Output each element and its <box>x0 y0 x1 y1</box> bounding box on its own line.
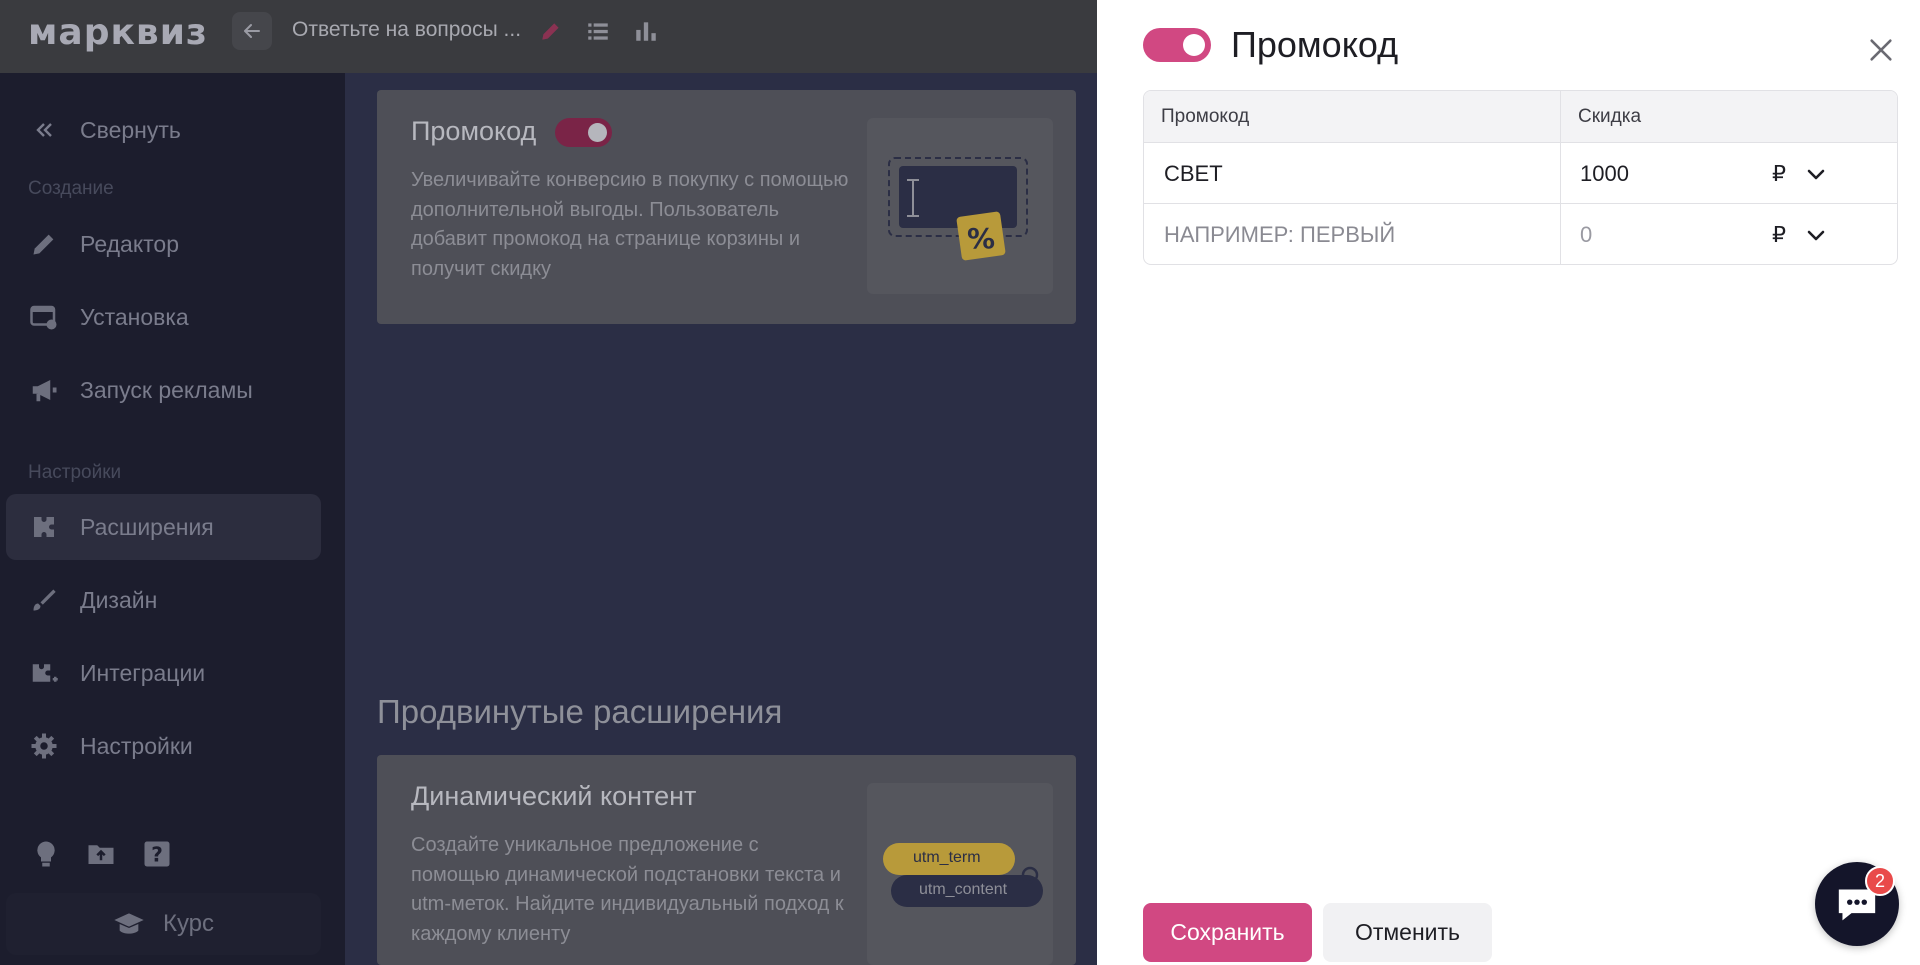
sidebar: Свернуть Создание Редактор Установка Зап… <box>0 73 345 965</box>
promo-card-toggle[interactable] <box>555 118 612 147</box>
dynamic-content-illustration: utm_term utm_content <box>867 783 1053 965</box>
sidebar-item-label: Редактор <box>80 230 180 257</box>
coupon-icon: % <box>888 157 1028 261</box>
section-label-settings: Настройки <box>28 462 122 483</box>
column-header-code: Промокод <box>1144 91 1560 143</box>
promo-settings-panel: Промокод Промокод Скидка СВЕТ 1000 ₽ НАП… <box>1097 0 1920 965</box>
sidebar-item-ads[interactable]: Запуск рекламы <box>6 357 321 423</box>
sidebar-item-extensions[interactable]: Расширения <box>6 494 321 560</box>
table-row: СВЕТ 1000 ₽ <box>1144 144 1897 204</box>
close-icon[interactable] <box>1867 36 1895 64</box>
card-description: Увеличивайте конверсию в покупку с помощ… <box>411 169 849 280</box>
folder-upload-icon[interactable] <box>86 839 116 869</box>
column-divider <box>1560 91 1561 264</box>
card-title: Промокод <box>411 116 537 146</box>
install-icon <box>30 305 57 330</box>
discount-amount-input[interactable]: 1000 <box>1580 144 1629 204</box>
sidebar-item-editor[interactable]: Редактор <box>6 211 321 277</box>
chevron-down-icon[interactable] <box>1804 162 1828 186</box>
promo-extension-card[interactable]: Промокод Увеличивайте конверсию в покупк… <box>377 90 1076 324</box>
sidebar-item-label: Установка <box>80 303 189 330</box>
sidebar-item-label: Дизайн <box>80 586 158 613</box>
chevron-down-icon[interactable] <box>1804 223 1828 247</box>
promo-illustration: % <box>867 118 1053 294</box>
pencil-icon <box>33 234 54 255</box>
megaphone-icon <box>32 380 57 402</box>
gear-icon <box>31 733 57 759</box>
pencil-icon[interactable] <box>538 18 564 44</box>
currency-label: ₽ <box>1772 161 1786 186</box>
promo-enable-toggle[interactable] <box>1143 28 1211 62</box>
svg-text:?: ? <box>151 843 163 867</box>
logo[interactable]: марквиз <box>28 12 208 53</box>
course-label: Курс <box>162 910 215 937</box>
svg-text:%: % <box>967 222 995 255</box>
table-row-new: НАПРИМЕР: ПЕРВЫЙ 0 ₽ <box>1144 205 1897 264</box>
list-icon[interactable] <box>585 18 611 44</box>
currency-label: ₽ <box>1772 222 1786 247</box>
new-discount-amount-input[interactable]: 0 <box>1580 205 1592 264</box>
advanced-extensions-heading: Продвинутые расширения <box>377 693 783 730</box>
panel-title: Промокод <box>1231 24 1399 65</box>
sidebar-item-design[interactable]: Дизайн <box>6 567 321 633</box>
brush-icon <box>33 589 56 611</box>
new-promo-code-input[interactable]: НАПРИМЕР: ПЕРВЫЙ <box>1164 205 1395 264</box>
collapse-button[interactable]: Свернуть <box>6 97 321 163</box>
dynamic-content-card[interactable]: Динамический контент Создайте уникальное… <box>377 755 1076 965</box>
sidebar-item-settings[interactable]: Настройки <box>6 713 321 779</box>
arrow-left-icon <box>244 24 260 38</box>
sidebar-item-label: Запуск рекламы <box>80 376 253 403</box>
cancel-button[interactable]: Отменить <box>1323 903 1492 962</box>
promo-code-input[interactable]: СВЕТ <box>1164 144 1223 204</box>
stats-icon[interactable] <box>633 18 659 44</box>
sidebar-item-integrations[interactable]: Интеграции <box>6 640 321 706</box>
collapse-label: Свернуть <box>80 116 181 143</box>
save-button[interactable]: Сохранить <box>1143 903 1312 962</box>
back-button[interactable] <box>232 12 272 50</box>
section-label-create: Создание <box>28 178 114 199</box>
puzzle-icon <box>34 517 54 537</box>
sidebar-item-label: Интеграции <box>80 659 206 686</box>
course-button[interactable]: Курс <box>6 893 321 955</box>
card-title: Динамический контент <box>411 781 697 811</box>
column-header-discount: Скидка <box>1560 91 1897 143</box>
integrations-icon <box>32 664 58 682</box>
promo-table: Промокод Скидка СВЕТ 1000 ₽ НАПРИМЕР: ПЕ… <box>1143 90 1898 265</box>
card-description: Создайте уникальное предложение с помощь… <box>411 834 844 945</box>
sidebar-item-install[interactable]: Установка <box>6 284 321 350</box>
graduation-cap-icon <box>114 913 144 934</box>
utm-term-tag: utm_term <box>913 849 981 866</box>
quiz-title[interactable]: Ответьте на вопросы ... <box>292 18 521 42</box>
double-chevron-left-icon <box>36 123 52 137</box>
lightbulb-icon[interactable] <box>31 839 61 869</box>
sidebar-item-label: Расширения <box>80 513 214 540</box>
chat-notification-badge: 2 <box>1865 866 1895 896</box>
help-icon[interactable]: ? <box>142 839 172 869</box>
sidebar-item-label: Настройки <box>80 732 193 759</box>
utm-content-tag: utm_content <box>919 881 1008 898</box>
